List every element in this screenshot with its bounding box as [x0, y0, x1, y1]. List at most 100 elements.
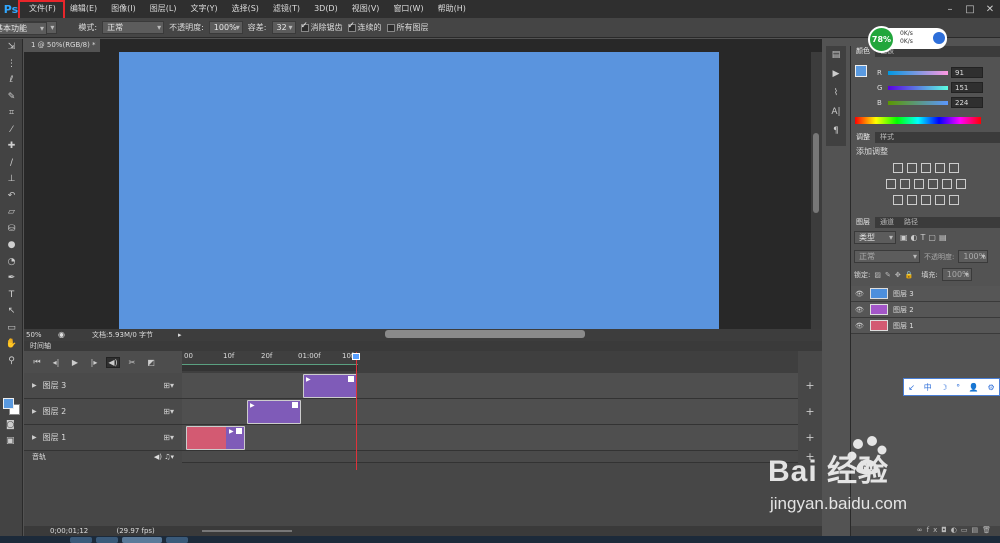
clip-layer-3[interactable]: ▶ [303, 374, 357, 398]
threshold-icon[interactable] [920, 195, 931, 205]
workspace-select[interactable]: 基本功能 [0, 22, 47, 35]
paragraph-panel-icon[interactable]: ¶ [826, 122, 846, 141]
foreground-color-swatch[interactable] [3, 398, 14, 409]
work-area-bar[interactable] [182, 364, 358, 371]
path-select-tool-icon[interactable]: ↖ [0, 303, 23, 320]
fill-input[interactable]: 100% [941, 268, 972, 281]
previous-frame-icon[interactable]: ◂| [49, 358, 63, 367]
red-slider[interactable] [888, 70, 948, 75]
shape-tool-icon[interactable]: ▭ [0, 320, 23, 337]
film-strip-icon[interactable]: ⊞▾ [163, 407, 174, 416]
menu-help[interactable]: 帮助(H) [431, 0, 473, 18]
minimize-icon[interactable]: – [940, 4, 960, 15]
audio-track-header[interactable]: 音轨 ◀) ♫▾ [24, 451, 182, 463]
clip-end-icon[interactable] [236, 428, 242, 434]
vertical-scroll-thumb[interactable] [813, 133, 819, 213]
lasso-tool-icon[interactable]: ℓ [0, 72, 23, 89]
blue-value[interactable]: 224 [951, 97, 983, 108]
clip-layer-2[interactable]: ▶ [247, 400, 301, 424]
expand-triangle-icon[interactable]: ▶ [32, 382, 37, 389]
crop-tool-icon[interactable]: ⌗ [0, 105, 23, 122]
marquee-tool-icon[interactable]: ⋮ [0, 56, 23, 73]
tab-channels[interactable]: 通道 [875, 217, 899, 228]
type-tool-icon[interactable]: T [0, 287, 23, 304]
gradient-map-icon[interactable] [934, 195, 945, 205]
ime-settings[interactable]: ⚙ [987, 383, 994, 392]
maximize-icon[interactable]: □ [960, 4, 980, 15]
status-arrow-icon[interactable]: ▸ [178, 329, 182, 341]
tolerance-input[interactable]: 32 [271, 21, 296, 34]
quick-select-tool-icon[interactable]: ✎ [0, 89, 23, 106]
hue-sat-icon[interactable] [885, 179, 896, 189]
tab-layers[interactable]: 图层 [851, 217, 875, 228]
blur-tool-icon[interactable]: ● [0, 237, 23, 254]
visibility-eye-icon[interactable]: 👁 [855, 322, 865, 330]
go-to-first-frame-icon[interactable]: ⏮ [30, 357, 44, 367]
channel-mixer-icon[interactable] [941, 179, 952, 189]
visibility-eye-icon[interactable]: 👁 [855, 306, 865, 314]
paint-bucket-tool-icon[interactable]: ⛁ [0, 221, 23, 238]
taskbar-item[interactable] [166, 537, 188, 543]
antialias-checkbox[interactable] [300, 21, 309, 32]
color-lookup-icon[interactable] [955, 179, 966, 189]
eyedropper-tool-icon[interactable]: ⁄ [0, 122, 23, 139]
ime-moon[interactable]: ☽ [940, 383, 947, 392]
transition-icon[interactable]: ◩ [144, 358, 158, 367]
add-media-button[interactable]: + [798, 399, 822, 425]
color-spectrum[interactable] [855, 117, 981, 124]
timeline-zoom-slider[interactable] [202, 530, 292, 532]
taskbar-item[interactable] [96, 537, 118, 543]
brightness-icon[interactable] [892, 163, 903, 173]
brush-panel-icon[interactable]: ⌇ [826, 84, 846, 103]
clip-end-icon[interactable] [348, 376, 354, 382]
levels-icon[interactable] [906, 163, 917, 173]
horizontal-scroll-thumb[interactable] [385, 330, 585, 338]
healing-tool-icon[interactable]: ✚ [0, 138, 23, 155]
close-icon[interactable]: ✕ [980, 4, 1000, 15]
playhead-line[interactable] [356, 352, 357, 470]
vibrance-icon[interactable] [948, 163, 959, 173]
film-strip-icon[interactable]: ⊞▾ [163, 433, 174, 442]
black-white-icon[interactable] [913, 179, 924, 189]
track-header-layer-1[interactable]: ▶ 图层 1 ⊞▾ [24, 425, 182, 451]
tab-adjustments[interactable]: 调整 [851, 132, 875, 143]
menu-image[interactable]: 图像(I) [104, 0, 143, 18]
hand-tool-icon[interactable]: ✋ [0, 336, 23, 353]
split-scissors-icon[interactable]: ✂ [125, 358, 139, 367]
green-slider[interactable] [888, 85, 948, 90]
stamp-tool-icon[interactable]: ⊥ [0, 171, 23, 188]
zoom-level[interactable]: 50% [26, 329, 42, 341]
menu-type[interactable]: 文字(Y) [183, 0, 224, 18]
blend-mode-select[interactable]: 正常 [854, 250, 920, 263]
tab-paths[interactable]: 路径 [899, 217, 923, 228]
contiguous-checkbox[interactable] [347, 21, 356, 32]
all-layers-checkbox[interactable] [386, 23, 395, 32]
menu-layer[interactable]: 图层(L) [143, 0, 184, 18]
play-icon[interactable]: ▶ [68, 358, 82, 367]
menu-edit[interactable]: 编辑(E) [63, 0, 104, 18]
invert-icon[interactable] [892, 195, 903, 205]
expand-triangle-icon[interactable]: ▶ [32, 434, 37, 441]
clip-layer-1[interactable]: ▶ [186, 426, 245, 450]
next-frame-icon[interactable]: |▸ [87, 358, 101, 367]
color-balance-icon[interactable] [899, 179, 910, 189]
move-tool-icon[interactable]: ⇲ [0, 39, 23, 56]
memory-badge[interactable]: 78% [868, 26, 895, 53]
opacity-select[interactable]: 100% [208, 21, 243, 34]
brush-tool-icon[interactable]: ∕ [0, 155, 23, 172]
history-panel-icon[interactable]: ▤ [826, 46, 846, 65]
ime-arrow-icon[interactable]: ↙ [908, 383, 915, 392]
add-media-button[interactable]: + [798, 373, 822, 399]
dodge-tool-icon[interactable]: ◔ [0, 254, 23, 271]
all-layers-option[interactable]: 所有图层 [386, 22, 429, 33]
selective-color-icon[interactable] [948, 195, 959, 205]
document-tab[interactable]: 1 @ 50%(RGB/8) * [24, 39, 100, 52]
menu-select[interactable]: 选择(S) [225, 0, 266, 18]
audio-note-icon[interactable]: ◀) ♫▾ [154, 451, 174, 463]
menu-filter[interactable]: 滤镜(T) [266, 0, 307, 18]
audio-toggle-icon[interactable]: ◀) [106, 356, 120, 368]
exposure-icon[interactable] [934, 163, 945, 173]
ime-punct[interactable]: ° [956, 383, 960, 392]
ime-lang[interactable]: 中 [924, 382, 932, 393]
photo-filter-icon[interactable] [927, 179, 938, 189]
